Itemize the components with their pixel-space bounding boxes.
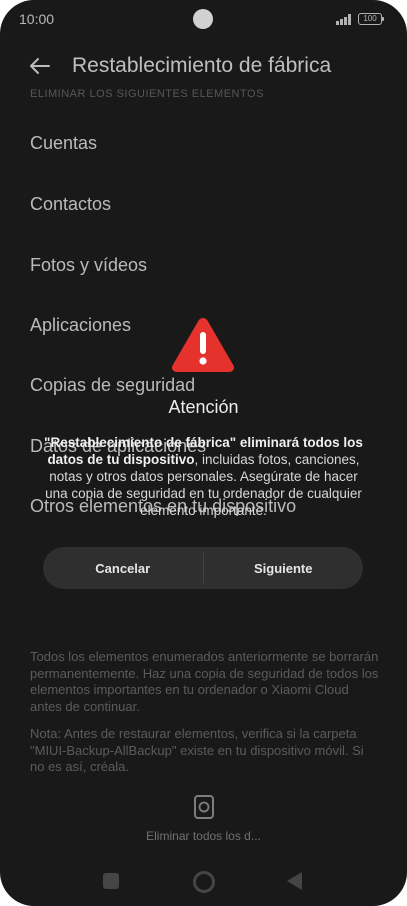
- dialog-title: Atención: [168, 397, 239, 417]
- phone-screen: 10:00 100 Restablecimiento de fábrica EL…: [0, 0, 407, 906]
- next-button[interactable]: Siguiente: [204, 547, 364, 589]
- dialog-button-row: Cancelar Siguiente: [43, 547, 363, 589]
- cancel-button[interactable]: Cancelar: [43, 547, 203, 589]
- dialog-message: "Restablecimiento de fábrica" eliminará …: [38, 434, 369, 519]
- warning-triangle-icon: [171, 318, 235, 372]
